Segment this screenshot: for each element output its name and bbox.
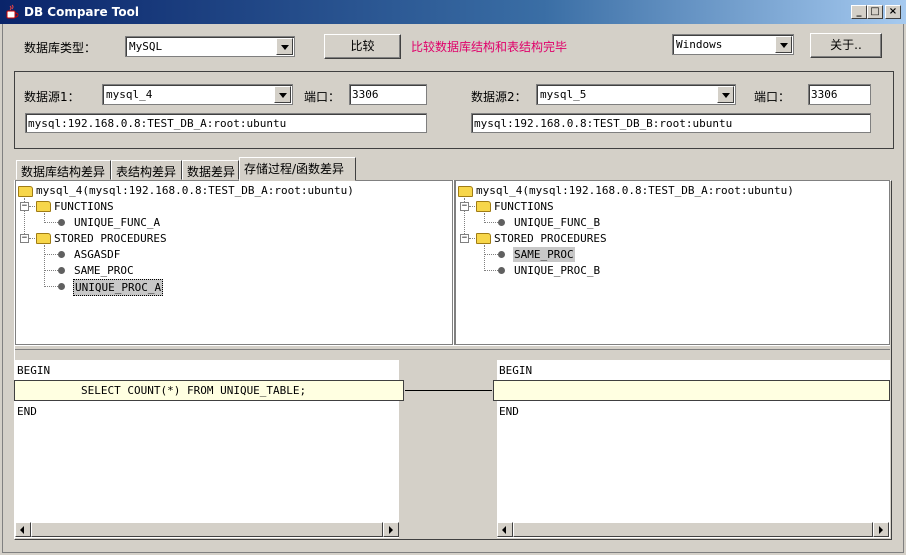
chevron-down-icon[interactable]	[717, 86, 734, 103]
procedure-leaf-icon	[498, 267, 505, 274]
source1-connection-input[interactable]: mysql:192.168.0.8:TEST_DB_A:root:ubuntu	[25, 113, 427, 133]
tree-procedure-item-selected[interactable]: SAME_PROC	[513, 247, 575, 262]
folder-open-icon	[18, 186, 33, 197]
tree-procedure-item-selected[interactable]: UNIQUE_PROC_A	[73, 279, 164, 296]
procedure-leaf-icon	[58, 283, 65, 290]
left-tree-pane[interactable]: mysql_4(mysql:192.168.0.8:TEST_DB_A:root…	[15, 180, 453, 345]
code-line: BEGIN	[499, 364, 533, 377]
right-tree-pane[interactable]: mysql_4(mysql:192.168.0.8:TEST_DB_A:root…	[455, 180, 890, 345]
tree-root[interactable]: mysql_4(mysql:192.168.0.8:TEST_DB_A:root…	[476, 184, 794, 197]
source1-port-input[interactable]: 3306	[349, 84, 427, 105]
h-scrollbar-thumb[interactable]	[31, 522, 383, 537]
collapse-icon[interactable]: −	[20, 202, 29, 211]
tab-data-diff[interactable]: 数据差异	[182, 160, 239, 180]
procedure-leaf-icon	[498, 251, 505, 258]
collapse-icon[interactable]: −	[460, 202, 469, 211]
tree-procedures-node[interactable]: STORED PROCEDURES	[494, 232, 607, 245]
source2-port-input[interactable]: 3306	[808, 84, 871, 105]
source2-port-label: 端口：	[754, 90, 791, 104]
collapse-icon[interactable]: −	[460, 234, 469, 243]
tree-procedure-item[interactable]: UNIQUE_PROC_B	[514, 264, 600, 277]
tree-functions-node[interactable]: FUNCTIONS	[494, 200, 554, 213]
right-code-pane[interactable]: BEGIN END	[493, 360, 890, 538]
scroll-left-button[interactable]	[497, 522, 513, 537]
about-button[interactable]: 关于..	[810, 33, 882, 58]
code-line: END	[499, 405, 519, 418]
procedure-leaf-icon	[58, 267, 65, 274]
folder-open-icon	[36, 233, 51, 244]
java-cup-icon	[4, 4, 20, 20]
tree-function-item[interactable]: UNIQUE_FUNC_A	[74, 216, 160, 229]
source1-select[interactable]: mysql_4	[102, 84, 293, 105]
tree-procedures-node[interactable]: STORED PROCEDURES	[54, 232, 167, 245]
db-type-label: 数据库类型：	[24, 41, 97, 55]
chevron-down-icon[interactable]	[274, 86, 291, 103]
db-type-select[interactable]: MySQL	[125, 36, 295, 57]
minimize-button[interactable]: _	[851, 5, 867, 19]
maximize-button[interactable]: □	[867, 5, 883, 19]
tree-procedure-item[interactable]: ASGASDF	[74, 248, 120, 261]
left-code-pane[interactable]: BEGIN SELECT COUNT(*) FROM UNIQUE_TABLE;…	[14, 360, 404, 538]
close-button[interactable]: ×	[885, 5, 901, 19]
source2-connection-input[interactable]: mysql:192.168.0.8:TEST_DB_B:root:ubuntu	[471, 113, 871, 133]
function-leaf-icon	[498, 219, 505, 226]
compare-button[interactable]: 比较	[324, 34, 401, 59]
source2-label: 数据源2：	[471, 90, 527, 104]
scroll-left-button[interactable]	[15, 522, 31, 537]
tree-root[interactable]: mysql_4(mysql:192.168.0.8:TEST_DB_A:root…	[36, 184, 354, 197]
folder-open-icon	[476, 233, 491, 244]
look-and-feel-select[interactable]: Windows	[672, 34, 794, 55]
source2-select[interactable]: mysql_5	[536, 84, 736, 105]
datasource-panel	[14, 71, 894, 149]
tree-function-item[interactable]: UNIQUE_FUNC_B	[514, 216, 600, 229]
chevron-down-icon[interactable]	[276, 38, 293, 55]
diff-highlight-line: SELECT COUNT(*) FROM UNIQUE_TABLE;	[14, 380, 404, 401]
tree-functions-node[interactable]: FUNCTIONS	[54, 200, 114, 213]
scroll-right-button[interactable]	[383, 522, 399, 537]
source1-port-label: 端口：	[304, 90, 341, 104]
h-scrollbar-thumb[interactable]	[513, 522, 873, 537]
code-line: BEGIN	[17, 364, 51, 377]
procedure-leaf-icon	[58, 251, 65, 258]
code-splitter[interactable]	[15, 345, 890, 350]
folder-open-icon	[458, 186, 473, 197]
tree-procedure-item[interactable]: SAME_PROC	[74, 264, 134, 277]
diff-highlight-line	[493, 380, 890, 401]
tab-proc-func-diff[interactable]: 存储过程/函数差异	[239, 157, 356, 181]
code-line: END	[17, 405, 37, 418]
status-message: 比较数据库结构和表结构完毕	[411, 40, 568, 54]
collapse-icon[interactable]: −	[20, 234, 29, 243]
code-line: SELECT COUNT(*) FROM UNIQUE_TABLE;	[81, 384, 307, 397]
diff-connector	[405, 390, 492, 391]
tab-table-structure-diff[interactable]: 表结构差异	[111, 160, 182, 180]
folder-open-icon	[476, 201, 491, 212]
tab-db-structure-diff[interactable]: 数据库结构差异	[16, 160, 111, 180]
function-leaf-icon	[58, 219, 65, 226]
title-bar: DB Compare Tool _ □ ×	[0, 0, 906, 24]
folder-open-icon	[36, 201, 51, 212]
window-title: DB Compare Tool	[24, 5, 139, 19]
chevron-down-icon[interactable]	[775, 36, 792, 53]
scroll-right-button[interactable]	[873, 522, 889, 537]
source1-label: 数据源1：	[24, 90, 80, 104]
